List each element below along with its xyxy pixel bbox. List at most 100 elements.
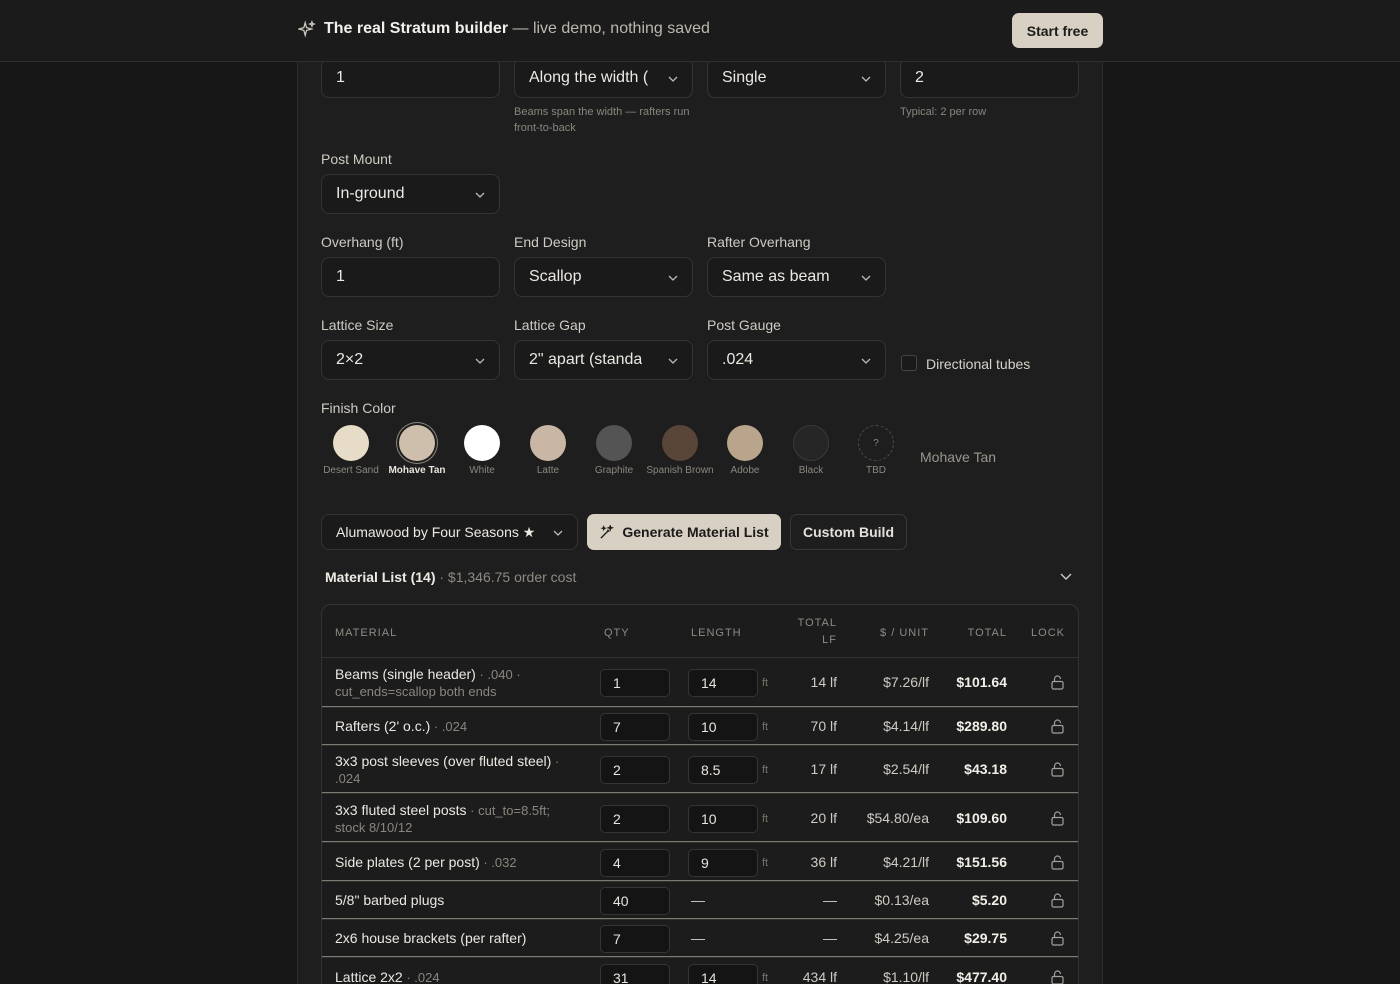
- unit-price: $4.14/lf: [883, 718, 929, 734]
- beam-direction-hint: Beams span the width — rafters run front…: [514, 106, 690, 134]
- manufacturer-select[interactable]: Alumawood by Four Seasons ★: [321, 514, 578, 550]
- tbd-swatch-label: TBD: [866, 465, 886, 476]
- length-input[interactable]: 10: [688, 713, 758, 741]
- post-gauge-value: .024: [722, 351, 754, 368]
- material-name: Lattice 2x2 · .024: [335, 969, 575, 984]
- end-design-select[interactable]: Scallop: [514, 257, 693, 297]
- qty-input[interactable]: 4: [600, 849, 670, 877]
- color-swatch[interactable]: [399, 425, 435, 461]
- material-name-text: 5/8" barbed plugs: [335, 892, 445, 908]
- length-unit: ft: [762, 972, 769, 984]
- lattice-size-value: 2×2: [336, 351, 364, 368]
- material-name: 5/8" barbed plugs: [335, 892, 575, 909]
- custom-build-button[interactable]: Custom Build: [790, 514, 907, 550]
- material-name-text: 3x3 fluted steel posts: [335, 802, 467, 818]
- unlock-icon[interactable]: [1051, 931, 1064, 946]
- qty-input[interactable]: 31: [600, 964, 670, 984]
- total-lf: 20 lf: [810, 810, 837, 826]
- unit-price: $7.26/lf: [883, 674, 929, 690]
- unit-price: $1.10/lf: [883, 969, 929, 984]
- posts-per-row-value: 2: [915, 69, 924, 86]
- unlock-icon[interactable]: [1051, 811, 1064, 826]
- beam-count-input[interactable]: 1: [321, 58, 500, 98]
- qty-input[interactable]: 40: [600, 887, 670, 915]
- end-design-label: End Design: [514, 234, 587, 250]
- post-gauge-select[interactable]: .024: [707, 340, 886, 380]
- qty-input[interactable]: 2: [600, 756, 670, 784]
- color-swatch[interactable]: [464, 425, 500, 461]
- col-length: LENGTH: [691, 627, 742, 639]
- line-total: $151.56: [956, 854, 1007, 870]
- line-total: $5.20: [971, 892, 1007, 908]
- color-swatch[interactable]: [530, 425, 566, 461]
- color-swatch-label: Adobe: [730, 465, 760, 476]
- line-total: $289.80: [956, 718, 1007, 734]
- qty-input[interactable]: 1: [600, 669, 670, 697]
- lattice-size-select[interactable]: 2×2: [321, 340, 500, 380]
- directional-tubes-label[interactable]: Directional tubes: [926, 356, 1030, 372]
- col-total: TOTAL: [967, 627, 1007, 639]
- material-meta: · .024: [430, 719, 468, 734]
- lattice-gap-select[interactable]: 2" apart (standa: [514, 340, 693, 380]
- chevron-down-icon: [668, 358, 678, 364]
- lattice-gap-label: Lattice Gap: [514, 317, 586, 333]
- length-unit: ft: [762, 677, 769, 689]
- color-swatch[interactable]: [596, 425, 632, 461]
- color-swatch[interactable]: [333, 425, 369, 461]
- directional-tubes-checkbox[interactable]: [901, 355, 917, 371]
- overhang-input[interactable]: 1: [321, 257, 500, 297]
- posts-hint: Typical: 2 per row: [900, 106, 987, 118]
- length-unit: ft: [762, 764, 769, 776]
- unlock-icon[interactable]: [1051, 970, 1064, 984]
- material-name: Rafters (2' o.c.) · .024: [335, 718, 575, 735]
- total-lf: 14 lf: [810, 674, 837, 690]
- total-lf: 434 lf: [802, 969, 837, 984]
- post-mount-select[interactable]: In-ground: [321, 174, 500, 214]
- length-input[interactable]: 9: [688, 849, 758, 877]
- total-lf: 70 lf: [810, 718, 837, 734]
- beam-direction-select[interactable]: Along the width (: [514, 58, 693, 98]
- qty-input[interactable]: 2: [600, 805, 670, 833]
- unit-price: $4.25/ea: [874, 930, 930, 946]
- col-material: MATERIAL: [335, 627, 398, 639]
- material-list-header[interactable]: Material List (14) · $1,346.75 order cos…: [325, 569, 576, 585]
- start-free-button[interactable]: Start free: [1012, 13, 1103, 48]
- material-name-text: Lattice 2x2: [335, 969, 403, 984]
- header-type-select[interactable]: Single: [707, 58, 886, 98]
- tbd-swatch[interactable]: ?: [858, 425, 894, 461]
- line-total: $109.60: [956, 810, 1007, 826]
- length-input[interactable]: 8.5: [688, 756, 758, 784]
- unit-price: $54.80/ea: [866, 810, 929, 826]
- chevron-down-icon: [553, 530, 563, 536]
- qty-input[interactable]: 7: [600, 713, 670, 741]
- color-swatch-label: White: [469, 465, 495, 476]
- material-name-text: Side plates (2 per post): [335, 854, 480, 870]
- unlock-icon[interactable]: [1051, 855, 1064, 870]
- beam-count-value: 1: [336, 69, 345, 86]
- length-input[interactable]: 14: [688, 669, 758, 697]
- unlock-icon[interactable]: [1051, 762, 1064, 777]
- material-name-text: Beams (single header): [335, 666, 476, 682]
- chevron-down-icon: [668, 275, 678, 281]
- generate-material-list-button[interactable]: Generate Material List: [587, 514, 781, 550]
- color-swatch[interactable]: [727, 425, 763, 461]
- material-name: 3x3 fluted steel posts · cut_to=8.5ft; s…: [335, 802, 575, 836]
- color-swatch[interactable]: [662, 425, 698, 461]
- unlock-icon[interactable]: [1051, 675, 1064, 690]
- unlock-icon[interactable]: [1051, 719, 1064, 734]
- brand-subtitle: — live demo, nothing saved: [508, 20, 710, 37]
- lattice-size-label: Lattice Size: [321, 317, 394, 333]
- color-swatch[interactable]: [793, 425, 829, 461]
- qty-input[interactable]: 7: [600, 925, 670, 953]
- chevron-down-icon[interactable]: [1060, 572, 1072, 582]
- length-input[interactable]: 14: [688, 964, 758, 984]
- chevron-down-icon: [668, 76, 678, 82]
- unit-price: $4.21/lf: [883, 854, 929, 870]
- total-lf: 36 lf: [810, 854, 837, 870]
- rafter-overhang-select[interactable]: Same as beam: [707, 257, 886, 297]
- length-empty: —: [691, 892, 705, 908]
- length-input[interactable]: 10: [688, 805, 758, 833]
- unlock-icon[interactable]: [1051, 893, 1064, 908]
- posts-per-row-input[interactable]: 2: [900, 58, 1079, 98]
- chevron-down-icon: [861, 358, 871, 364]
